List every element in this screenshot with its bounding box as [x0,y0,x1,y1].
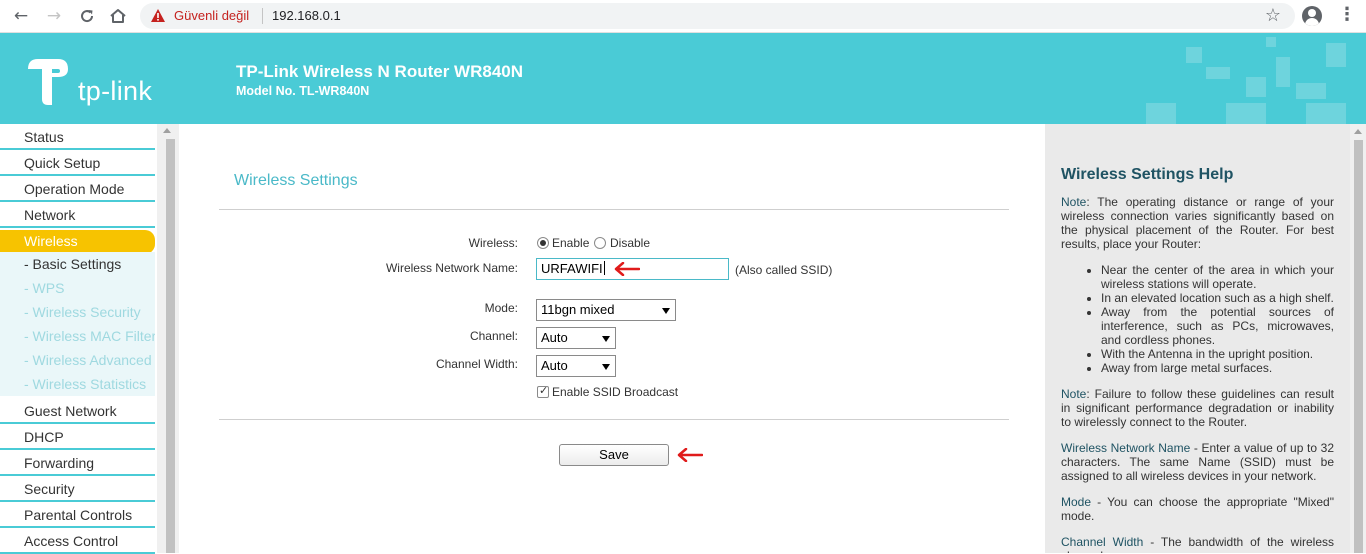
sidebar-item-network[interactable]: Network [0,204,155,228]
help-note-1: Note: The operating distance or range of… [1061,195,1334,251]
scrollbar-thumb[interactable] [166,139,175,553]
model-number: Model No. TL-WR840N [236,84,370,98]
sidebar-item-wireless-advanced[interactable]: - Wireless Advanced [0,348,155,372]
browser-menu-icon[interactable]: ⋮ [1337,6,1357,26]
wireless-enable-radio[interactable] [537,237,549,249]
bookmark-star-icon[interactable]: ☆ [1265,5,1281,26]
help-section-head: Wireless Network Name [1061,441,1191,455]
chevron-down-icon [602,364,610,370]
sidebar-item-wireless[interactable]: Wireless [0,230,155,254]
address-bar[interactable]: Güvenli değil 192.168.0.1 ☆ [140,3,1295,29]
channel-value: Auto [541,330,568,345]
help-note-2: Note: Failure to follow these guidelines… [1061,387,1334,429]
help-width-section: Channel Width - The bandwidth of the wir… [1061,535,1334,553]
scroll-up-arrow-icon[interactable] [1354,129,1362,134]
help-body: Note: The operating distance or range of… [1061,195,1334,553]
sidebar-item-status[interactable]: Status [0,126,155,150]
list-item: With the Antenna in the upright position… [1101,347,1334,361]
help-title: Wireless Settings Help [1061,166,1234,183]
chevron-down-icon [662,308,670,314]
ssid-label: Wireless Network Name: [385,261,518,275]
help-note-text: : The operating distance or range of you… [1061,195,1334,251]
page-title: Wireless Settings [234,172,358,189]
scroll-up-arrow-icon[interactable] [163,128,171,133]
list-item: Near the center of the area in which you… [1101,263,1334,291]
main-content: Wireless Settings Wireless: Enable Disab… [181,124,1045,553]
ssid-broadcast-checkbox[interactable] [537,384,549,398]
sidebar-item-guest-network[interactable]: Guest Network [0,400,155,424]
logo-text: tp-link [78,76,153,106]
reload-icon[interactable] [74,4,100,28]
sidebar-menu: Status Quick Setup Operation Mode Networ… [0,124,157,554]
sidebar-item-quick-setup[interactable]: Quick Setup [0,152,155,176]
enable-label: Enable [552,236,590,250]
help-section-head: Mode [1061,495,1092,509]
sidebar-scrollbar[interactable] [157,124,179,553]
home-icon[interactable] [105,4,131,28]
red-arrow-icon [677,448,703,462]
sidebar-item-basic-settings[interactable]: - Basic Settings [0,252,155,276]
chevron-down-icon [602,336,610,342]
channel-width-select[interactable]: Auto [536,355,616,377]
disable-label: Disable [610,236,651,250]
help-section-head: Channel Width [1061,535,1144,549]
sidebar-item-dhcp[interactable]: DHCP [0,426,155,450]
browser-toolbar: ← → Güvenli değil 192.168.0.1 ☆ ⋮ [0,0,1366,33]
list-item: Away from the potential sources of inter… [1101,305,1334,347]
channel-width-value: Auto [541,358,568,373]
header-decoration [1146,37,1346,124]
help-note-head: Note [1061,387,1087,401]
security-warning[interactable]: Güvenli değil [174,8,249,23]
divider [219,419,1009,420]
help-note-head: Note [1061,195,1087,209]
sidebar-item-security[interactable]: Security [0,478,155,502]
url-text[interactable]: 192.168.0.1 [272,8,341,23]
tp-link-logo-icon [28,59,68,105]
help-section-text: - You can choose the appropriate "Mixed"… [1061,495,1334,523]
wireless-disable-radio[interactable] [594,237,606,249]
mode-label: Mode: [484,301,518,315]
divider [219,209,1009,210]
channel-select[interactable]: Auto [536,327,616,349]
channel-label: Channel: [469,329,518,343]
help-ssid-section: Wireless Network Name - Enter a value of… [1061,441,1334,483]
back-icon[interactable]: ← [8,4,34,28]
mode-select[interactable]: 11bgn mixed [536,299,676,321]
profile-avatar-icon[interactable] [1302,6,1322,26]
wireless-label: Wireless: [468,236,518,250]
warning-icon [151,9,165,22]
omnibox-divider [262,8,263,24]
router-title: TP-Link Wireless N Router WR840N [236,62,524,81]
sidebar-item-access-control[interactable]: Access Control [0,530,155,554]
sidebar-item-wireless-mac-filtering[interactable]: - Wireless MAC Filtering [0,324,155,348]
mode-value: 11bgn mixed [541,302,615,317]
red-arrow-icon [614,262,640,276]
help-placement-list: Near the center of the area in which you… [1085,263,1334,375]
sidebar-item-wps[interactable]: - WPS [0,276,155,300]
ssid-broadcast-label: Enable SSID Broadcast [552,385,679,399]
help-mode-section: Mode - You can choose the appropriate "M… [1061,495,1334,523]
sidebar-item-wireless-statistics[interactable]: - Wireless Statistics [0,372,155,396]
sidebar-item-operation-mode[interactable]: Operation Mode [0,178,155,202]
scrollbar-thumb[interactable] [1354,140,1363,553]
ssid-value: URFAWIFI [541,261,603,276]
help-note-text: : Failure to follow these guidelines can… [1061,387,1334,429]
save-button[interactable]: Save [559,444,669,466]
sidebar-item-forwarding[interactable]: Forwarding [0,452,155,476]
forward-icon[interactable]: → [41,4,67,28]
help-panel: Wireless Settings Help Note: The operati… [1045,124,1350,553]
ssid-note: (Also called SSID) [735,263,833,277]
router-header: tp-link TP-Link Wireless N Router WR840N… [0,33,1366,124]
channel-width-label: Channel Width: [435,357,518,371]
sidebar-item-parental-controls[interactable]: Parental Controls [0,504,155,528]
help-scrollbar[interactable] [1350,124,1366,553]
list-item: Away from large metal surfaces. [1101,361,1334,375]
sidebar-item-wireless-security[interactable]: - Wireless Security [0,300,155,324]
list-item: In an elevated location such as a high s… [1101,291,1334,305]
